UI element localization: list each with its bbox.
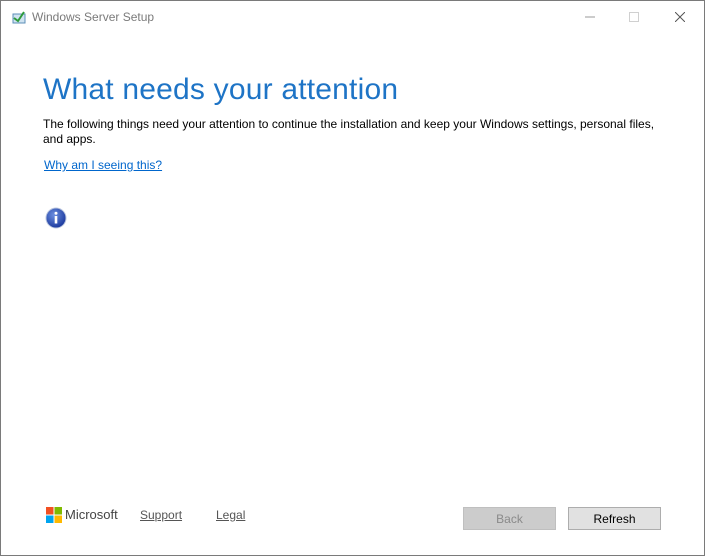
setup-app-icon (11, 9, 27, 25)
close-button[interactable] (657, 1, 703, 33)
support-link[interactable]: Support (140, 508, 182, 522)
minimize-button[interactable] (567, 1, 613, 33)
why-am-i-seeing-this-link[interactable]: Why am I seeing this? (44, 158, 162, 172)
refresh-button[interactable]: Refresh (568, 507, 661, 530)
info-icon (45, 207, 67, 229)
microsoft-brand: Microsoft (65, 507, 118, 522)
window-title: Windows Server Setup (32, 10, 155, 24)
setup-window: Windows Server Setup What needs your att… (0, 0, 705, 556)
microsoft-logo-icon (46, 507, 62, 523)
back-button[interactable]: Back (463, 507, 556, 530)
title-bar: Windows Server Setup (1, 1, 704, 33)
page-title: What needs your attention (43, 73, 399, 106)
maximize-button[interactable] (611, 1, 657, 33)
legal-link[interactable]: Legal (216, 508, 245, 522)
page-description: The following things need your attention… (43, 117, 655, 146)
